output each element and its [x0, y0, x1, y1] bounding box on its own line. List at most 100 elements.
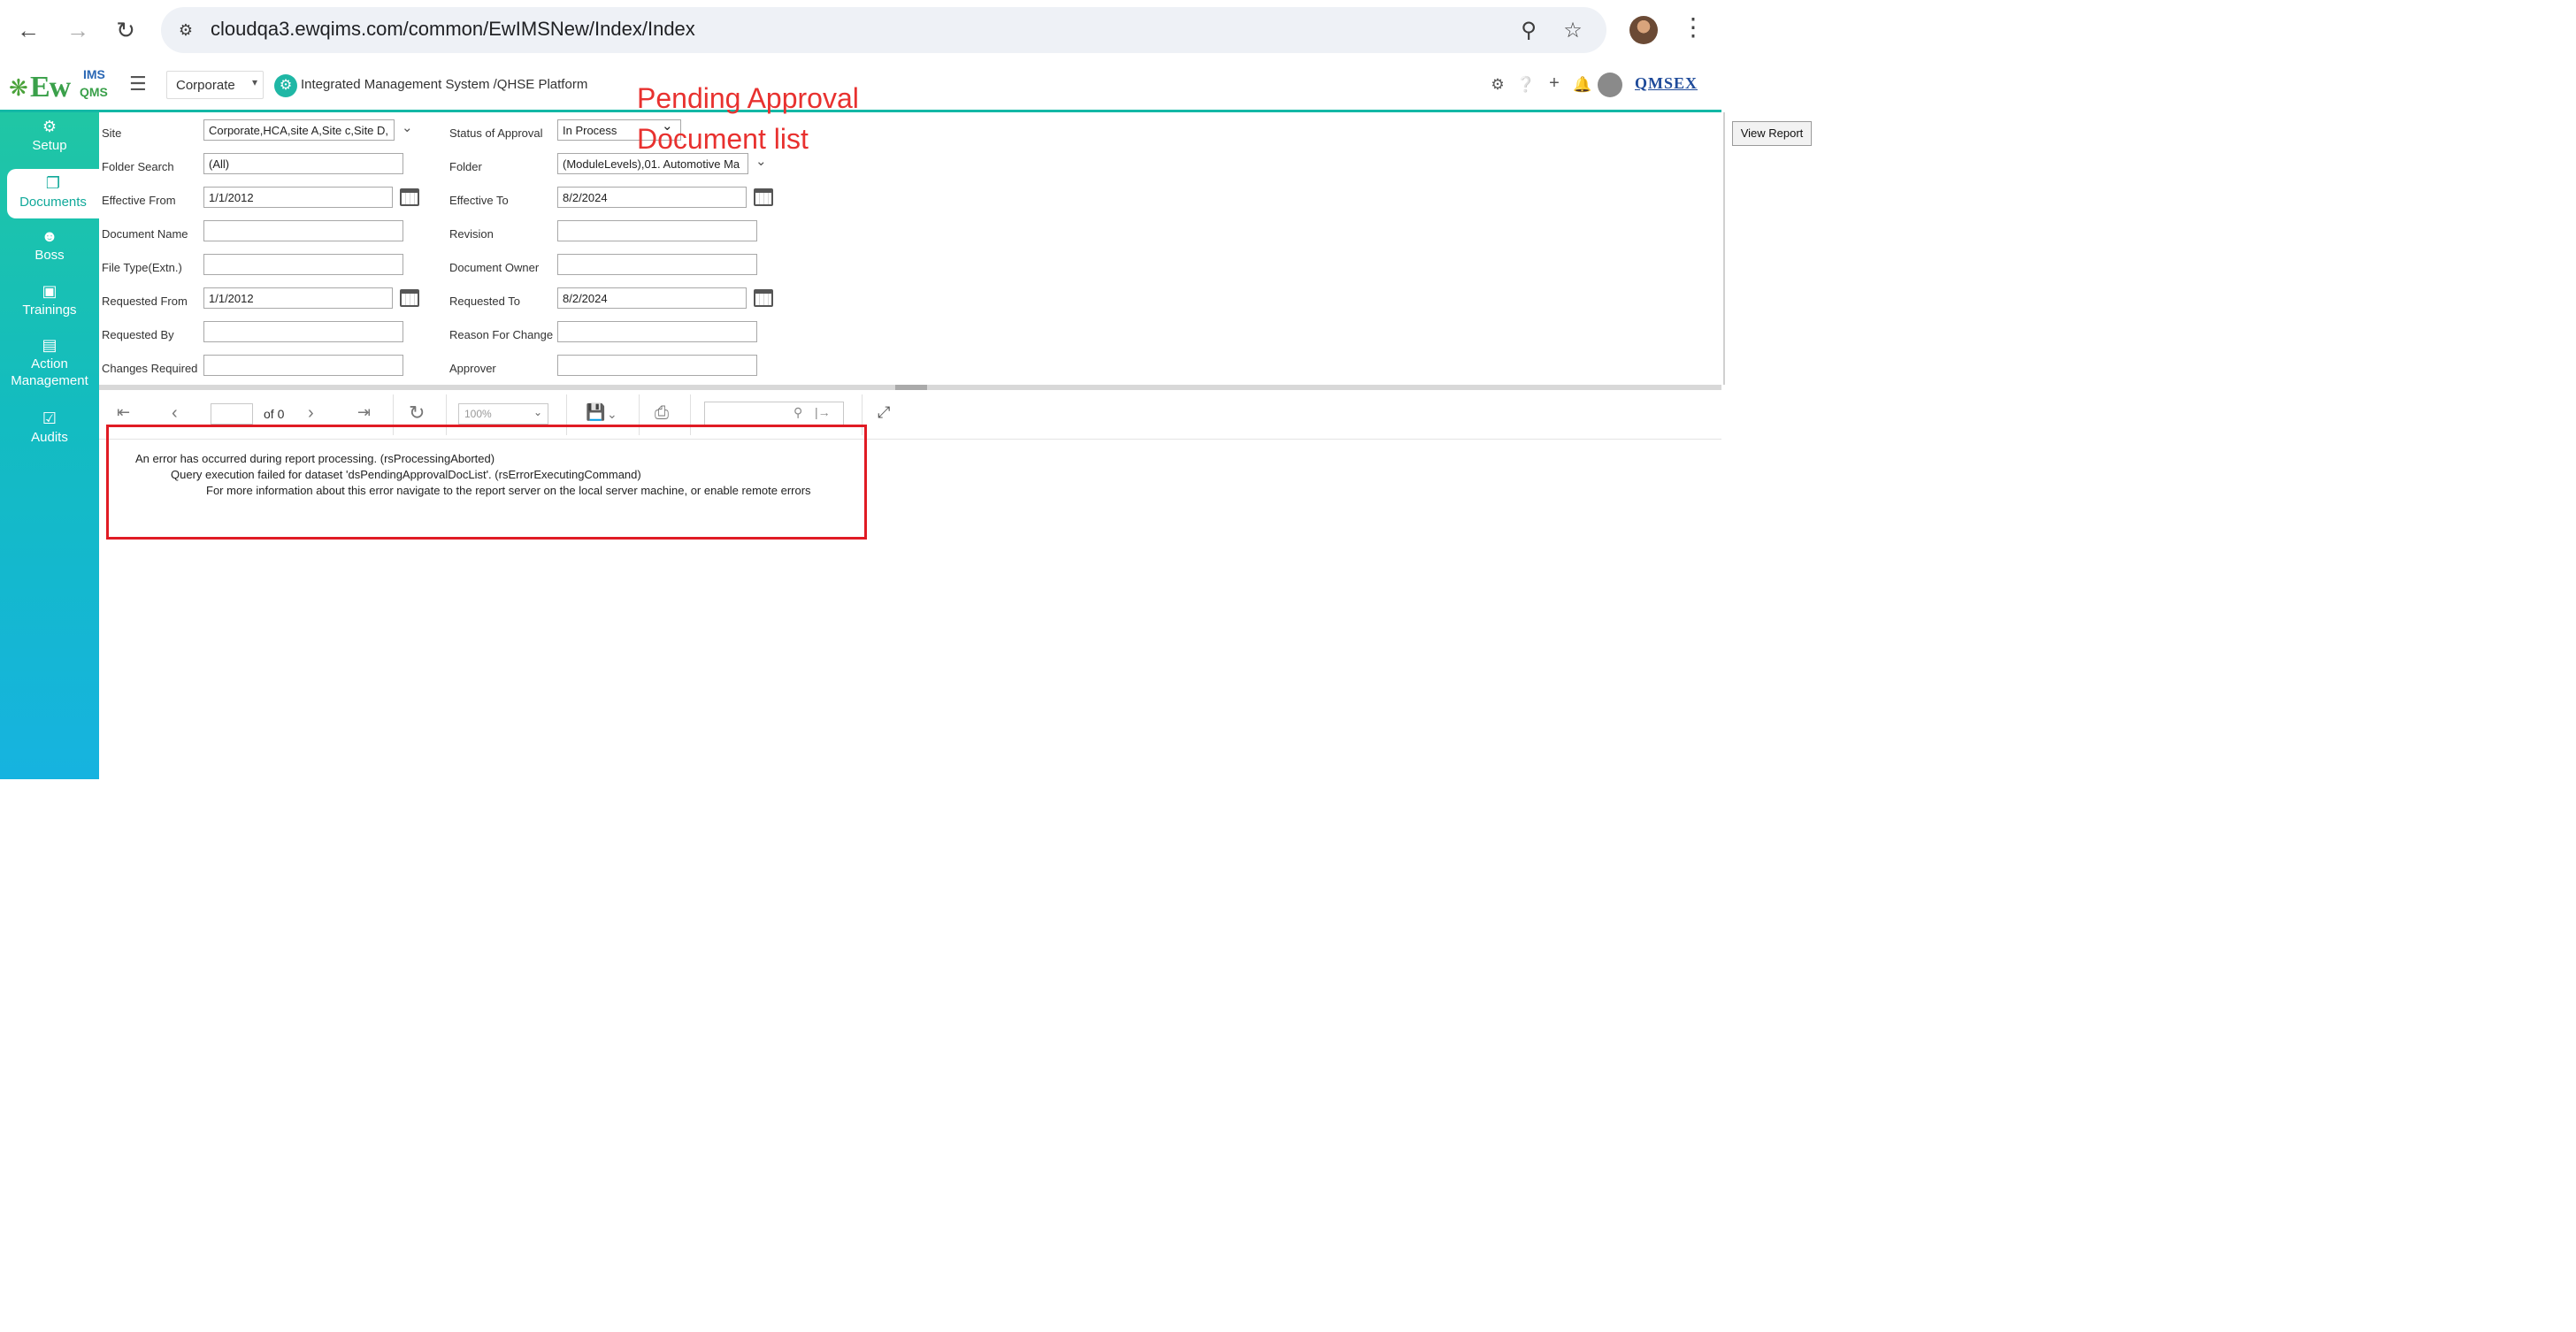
bookmark-star-icon[interactable]: ☆ — [1559, 16, 1587, 44]
requested-by-input[interactable] — [203, 321, 403, 342]
sidebar-item-trainings[interactable]: ▣ Trainings — [0, 282, 99, 330]
sidebar-item-label: Audits — [31, 430, 68, 445]
first-page-icon[interactable]: ⇤ — [117, 403, 130, 422]
chevron-down-icon[interactable]: ⌄ — [402, 119, 413, 135]
user-avatar[interactable] — [1598, 73, 1622, 97]
report-parameters: Site Corporate,HCA,site A,Site c,Site D,… — [99, 112, 1812, 385]
forward-arrow-icon[interactable]: → — [62, 14, 94, 46]
training-icon: ▣ — [42, 282, 58, 300]
organization-select-value: Corporate — [176, 78, 235, 93]
sidebar-item-documents[interactable]: ❐ Documents — [7, 169, 99, 218]
browser-toolbar: ← → ↻ ⚙ cloudqa3.ewqims.com/common/EwIMS… — [0, 0, 1721, 60]
calendar-icon[interactable] — [754, 188, 773, 206]
folder-label: Folder — [449, 160, 482, 173]
reason-for-change-label: Reason For Change — [449, 328, 554, 341]
sidebar-item-label: Action Management — [11, 356, 88, 388]
calendar-icon[interactable] — [400, 188, 419, 206]
annotation-line-2: Document list — [637, 123, 809, 155]
add-icon[interactable]: + — [1545, 73, 1564, 93]
caret-down-icon: ▾ — [251, 76, 257, 88]
brand-logo: QMSEX — [1635, 74, 1706, 92]
documents-icon: ❐ — [45, 174, 61, 192]
effective-from-label: Effective From — [102, 194, 176, 207]
refresh-icon[interactable]: ↻ — [409, 402, 425, 425]
chevron-down-icon[interactable]: ⌄ — [607, 407, 617, 422]
logo-flower-icon: ❋ — [9, 74, 28, 101]
organization-select[interactable]: Corporate ▾ — [166, 71, 264, 99]
zoom-select[interactable]: 100% ⌄ — [458, 403, 548, 425]
calendar-icon[interactable] — [400, 289, 419, 307]
zoom-value: 100% — [464, 408, 492, 420]
splitter-handle[interactable] — [895, 385, 927, 390]
logo-ims-text: IMS — [83, 67, 105, 81]
revision-label: Revision — [449, 227, 494, 241]
effective-from-input[interactable]: 1/1/2012 — [203, 187, 393, 208]
settings-gear-icon[interactable]: ⚙ — [1488, 76, 1507, 96]
folder-search-label: Folder Search — [102, 160, 174, 173]
error-line-1: An error has occurred during report proc… — [135, 452, 495, 465]
error-line-2: Query execution failed for dataset 'dsPe… — [171, 468, 641, 481]
document-name-input[interactable] — [203, 220, 403, 241]
page-number-input[interactable] — [211, 403, 253, 425]
person-icon: ☻ — [41, 227, 58, 245]
sidebar-item-audits[interactable]: ☑ Audits — [0, 410, 99, 457]
annotation-text: Pending Approval Document list — [637, 78, 859, 159]
address-bar[interactable]: ⚙ cloudqa3.ewqims.com/common/EwIMSNew/In… — [161, 7, 1606, 53]
back-arrow-icon[interactable]: ← — [12, 14, 44, 46]
effective-to-input[interactable]: 8/2/2024 — [557, 187, 747, 208]
sidebar-item-label: Trainings — [22, 302, 77, 318]
document-owner-label: Document Owner — [449, 261, 540, 274]
print-icon[interactable]: ⎙ — [655, 403, 669, 424]
url-text[interactable]: cloudqa3.ewqims.com/common/EwIMSNew/Inde… — [211, 18, 695, 41]
document-owner-input[interactable] — [557, 254, 757, 275]
requested-from-input[interactable]: 1/1/2012 — [203, 287, 393, 309]
file-type-input[interactable] — [203, 254, 403, 275]
changes-required-input[interactable] — [203, 355, 403, 376]
requested-from-label: Requested From — [102, 295, 188, 308]
view-report-button[interactable]: View Report — [1732, 121, 1812, 146]
browser-profile-avatar[interactable] — [1629, 16, 1658, 44]
reload-icon[interactable]: ↻ — [110, 14, 142, 46]
page-count: of 0 — [264, 407, 285, 421]
next-page-icon[interactable]: › — [308, 403, 314, 424]
calendar-icon[interactable] — [754, 289, 773, 307]
hamburger-menu-icon[interactable]: ☰ — [129, 73, 147, 96]
find-text-input[interactable]: ⚲ |→ — [704, 402, 844, 426]
sidebar-item-boss[interactable]: ☻ Boss — [0, 227, 99, 275]
requested-to-input[interactable]: 8/2/2024 — [557, 287, 747, 309]
revision-input[interactable] — [557, 220, 757, 241]
sidebar-item-action-management[interactable]: ▤ Action Management — [0, 337, 99, 402]
annotation-line-1: Pending Approval — [637, 82, 859, 114]
last-page-icon[interactable]: ⇥ — [357, 403, 371, 422]
site-select[interactable]: Corporate,HCA,site A,Site c,Site D, — [203, 119, 395, 141]
site-settings-icon[interactable]: ⚙ — [172, 16, 200, 44]
sidebar-item-setup[interactable]: ⚙ Setup — [0, 118, 99, 165]
sidebar: ⚙ Setup ❐ Documents ☻ Boss ▣ Trainings ▤… — [0, 112, 99, 779]
parameter-splitter[interactable] — [99, 385, 1721, 390]
error-message-box: An error has occurred during report proc… — [106, 425, 867, 540]
reason-for-change-input[interactable] — [557, 321, 757, 342]
parameter-divider — [1723, 112, 1725, 385]
chevron-down-icon: ⌄ — [533, 406, 542, 418]
sidebar-item-label: Boss — [34, 248, 65, 263]
status-of-approval-label: Status of Approval — [449, 126, 543, 140]
export-save-icon[interactable]: 💾 — [586, 403, 605, 422]
find-next-icon[interactable]: |→ — [815, 405, 831, 419]
fullscreen-icon[interactable]: ⤢ — [878, 403, 890, 422]
approver-label: Approver — [449, 362, 496, 375]
file-type-label: File Type(Extn.) — [102, 261, 182, 274]
gears-icon: ⚙ — [42, 118, 58, 135]
audit-icon: ☑ — [42, 410, 58, 427]
folder-search-input[interactable]: (All) — [203, 153, 403, 174]
previous-page-icon[interactable]: ‹ — [172, 403, 178, 424]
zoom-icon[interactable]: ⚲ — [1514, 16, 1543, 44]
sidebar-item-label: Documents — [19, 195, 87, 210]
ewqims-logo[interactable]: ❋ Ew IMS QMS — [9, 67, 113, 104]
approver-input[interactable] — [557, 355, 757, 376]
notification-bell-icon[interactable]: 🔔 — [1573, 76, 1592, 96]
help-icon[interactable]: ❔ — [1516, 76, 1536, 96]
search-icon[interactable]: ⚲ — [794, 405, 802, 420]
error-line-3: For more information about this error na… — [206, 484, 811, 497]
requested-by-label: Requested By — [102, 328, 174, 341]
browser-menu-icon[interactable]: ⋮ — [1681, 12, 1706, 48]
